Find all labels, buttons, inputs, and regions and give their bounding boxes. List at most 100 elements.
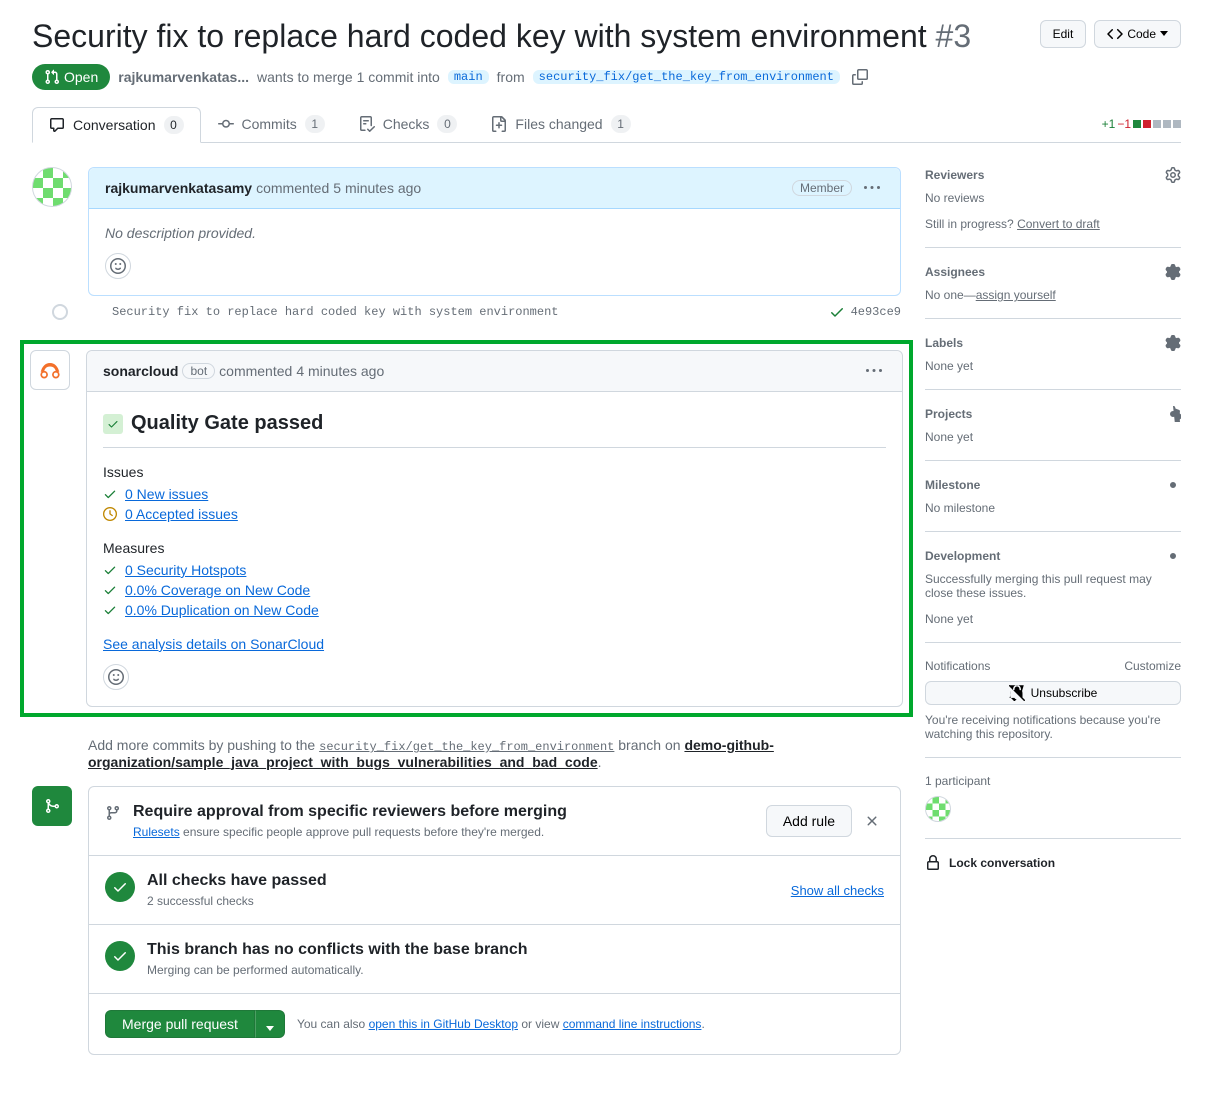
github-desktop-link[interactable]: open this in GitHub Desktop [369,1017,518,1031]
tab-commits[interactable]: Commits 1 [201,106,342,142]
avatar[interactable] [32,167,72,207]
kebab-icon [866,363,882,379]
state-badge: Open [32,64,110,90]
labels-heading: Labels [925,336,963,350]
kebab-icon [864,180,880,196]
reviewers-settings-button[interactable] [1165,167,1181,183]
development-settings-button[interactable] [1165,548,1181,564]
check-icon [103,487,117,501]
convert-draft-link[interactable]: Convert to draft [1017,217,1100,231]
assign-yourself-link[interactable]: assign yourself [976,288,1056,302]
cli-instructions-link[interactable]: command line instructions [563,1017,702,1031]
new-issues-link[interactable]: 0 New issues [125,486,208,502]
checks-count: 0 [437,115,457,133]
gear-icon [1165,406,1181,422]
member-badge: Member [792,180,852,196]
check-icon [103,583,117,597]
git-merge-icon [44,798,60,814]
commit-message-link[interactable]: Security fix to replace hard coded key w… [84,305,813,319]
copy-icon [852,69,868,85]
comment-icon [49,117,65,133]
chevron-down-icon [266,1026,274,1032]
security-hotspots-link[interactable]: 0 Security Hotspots [125,562,246,578]
show-all-checks-link[interactable]: Show all checks [791,883,884,898]
tab-files[interactable]: Files changed 1 [474,106,647,142]
merge-options-dropdown[interactable] [255,1010,285,1038]
development-heading: Development [925,549,1000,563]
tab-conversation[interactable]: Conversation 0 [32,107,201,143]
notifications-heading: Notifications [925,659,990,673]
diff-stat: +1 −1 [1102,117,1181,131]
gear-icon [1165,335,1181,351]
measures-heading: Measures [103,540,886,556]
smiley-icon [108,669,124,685]
comment-author-link[interactable]: rajkumarvenkatasamy [105,180,252,196]
checks-success-icon [105,872,135,902]
comment-time-link[interactable]: 4 minutes ago [296,363,384,379]
gear-icon [1165,548,1181,564]
participants-count: 1 participant [925,774,1181,788]
comment-time-link[interactable]: 5 minutes ago [333,180,421,196]
checklist-icon [359,116,375,132]
bot-badge: bot [182,363,215,379]
conflicts-success-icon [105,941,135,971]
comment-menu-button[interactable] [862,359,886,383]
add-reaction-button[interactable] [105,253,131,279]
duplication-link[interactable]: 0.0% Duplication on New Code [125,602,319,618]
gear-icon [1165,167,1181,183]
commit-sha-link[interactable]: 4e93ce9 [851,305,901,319]
comment-menu-button[interactable] [860,176,884,200]
add-rule-button[interactable]: Add rule [766,805,852,837]
unsubscribe-button[interactable]: Unsubscribe [925,681,1181,705]
copy-branch-button[interactable] [848,65,872,89]
pull-request-icon [44,69,60,85]
labels-empty-text: None yet [925,359,1181,373]
bell-slash-icon [1009,685,1025,701]
coverage-link[interactable]: 0.0% Coverage on New Code [125,582,310,598]
reviewers-empty-text: No reviews [925,191,1181,205]
dismiss-ruleset-button[interactable] [860,809,884,833]
checks-passed-title: All checks have passed [147,872,327,890]
lock-conversation-button[interactable]: Lock conversation [925,839,1181,871]
pr-number: #3 [936,18,972,54]
conversation-count: 0 [164,116,184,134]
push-hint-text: Add more commits by pushing to the secur… [88,737,901,770]
issues-heading: Issues [103,464,886,480]
projects-settings-button[interactable] [1165,406,1181,422]
sonarcloud-analysis-link[interactable]: See analysis details on SonarCloud [103,636,324,652]
projects-empty-text: None yet [925,430,1181,444]
tab-checks[interactable]: Checks 0 [342,106,475,142]
milestone-settings-button[interactable] [1165,477,1181,493]
customize-notifications-link[interactable]: Customize [1124,659,1181,673]
notifications-desc: You're receiving notifications because y… [925,713,1181,741]
check-icon [107,418,119,430]
check-icon [829,304,845,320]
gear-icon [1165,477,1181,493]
add-reaction-button[interactable] [103,664,129,690]
pr-title: Security fix to replace hard coded key w… [32,16,1032,56]
assignees-settings-button[interactable] [1165,264,1181,280]
assignees-heading: Assignees [925,265,985,279]
sonarcloud-icon [36,356,64,384]
edit-button[interactable]: Edit [1040,20,1087,48]
pr-author-link[interactable]: rajkumarvenkatas... [118,69,249,85]
milestone-empty-text: No milestone [925,501,1181,515]
head-branch[interactable]: security_fix/get_the_key_from_environmen… [533,70,840,84]
merge-pull-request-button[interactable]: Merge pull request [105,1010,255,1038]
close-icon [864,813,880,829]
labels-settings-button[interactable] [1165,335,1181,351]
rulesets-link[interactable]: Rulesets [133,825,180,839]
avatar[interactable] [30,350,70,390]
ruleset-title: Require approval from specific reviewers… [133,803,567,821]
gear-icon [1165,264,1181,280]
commits-count: 1 [305,115,325,133]
base-branch[interactable]: main [448,70,489,84]
comment-author-link[interactable]: sonarcloud [103,363,178,379]
accepted-issues-link[interactable]: 0 Accepted issues [125,506,238,522]
projects-heading: Projects [925,407,972,421]
participant-avatar[interactable] [925,796,951,822]
smiley-icon [110,258,126,274]
check-icon [103,563,117,577]
code-icon [1107,26,1123,42]
code-button[interactable]: Code [1094,20,1181,48]
